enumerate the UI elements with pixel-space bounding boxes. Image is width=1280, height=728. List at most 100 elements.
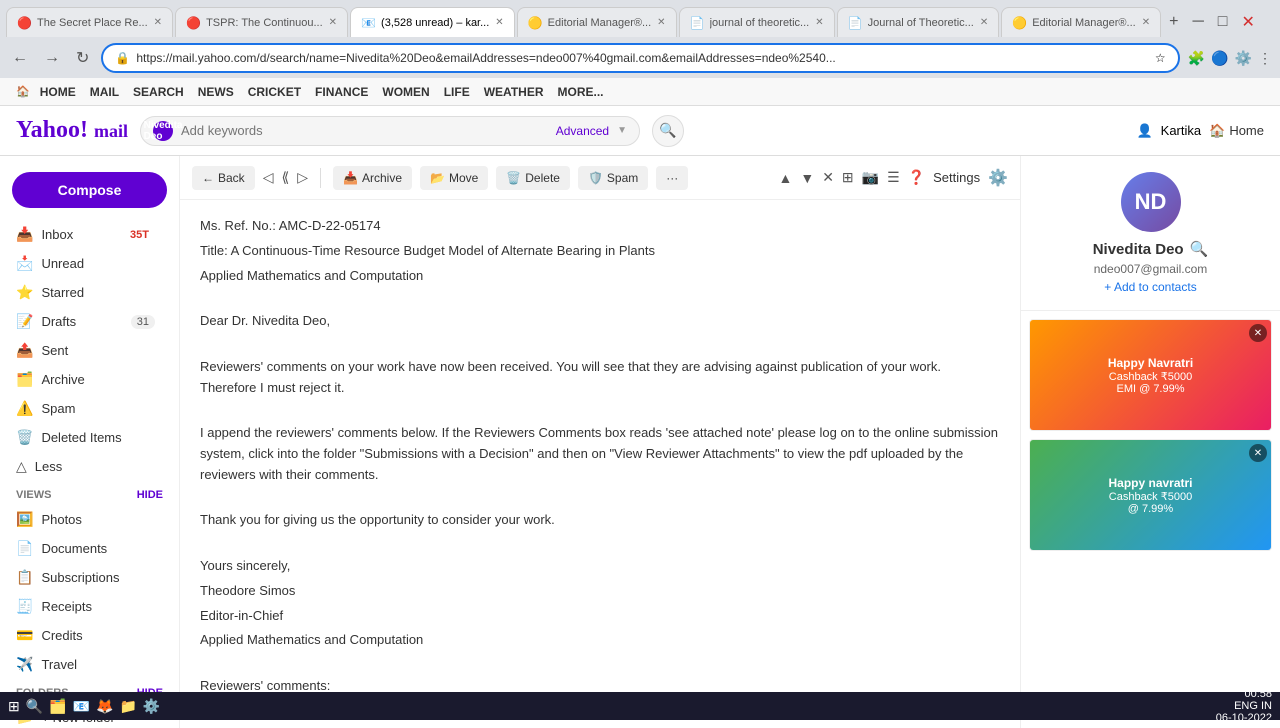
clock: 00:58 — [1216, 688, 1272, 700]
nav-cricket[interactable]: CRICKET — [244, 85, 305, 99]
less-label: Less — [35, 459, 62, 474]
tab-close-7[interactable]: ✕ — [1142, 17, 1150, 28]
search-box[interactable]: Nivedita Deo Advanced ▼ — [140, 116, 640, 146]
nav-weather[interactable]: WEATHER — [480, 85, 548, 99]
more-actions-button[interactable]: ··· — [656, 166, 688, 190]
sidebar-item-sent[interactable]: 📤 Sent — [0, 336, 171, 365]
back-button[interactable]: ← — [8, 47, 32, 69]
tab-2[interactable]: 🔴 TSPR: The Continuou... ✕ — [175, 7, 348, 37]
ad-close-button-2[interactable]: ✕ — [1249, 444, 1267, 462]
tab-close-1[interactable]: ✕ — [154, 17, 162, 28]
tab-5[interactable]: 📄 journal of theoretic... ✕ — [679, 7, 835, 37]
tab-close-6[interactable]: ✕ — [980, 17, 988, 28]
list-button[interactable]: ☰ — [887, 169, 900, 186]
windows-start-icon[interactable]: ⊞ — [8, 698, 20, 715]
delete-button[interactable]: 🗑️ Delete — [496, 166, 570, 190]
camera-button[interactable]: 📷 — [862, 169, 879, 186]
sidebar-item-receipts[interactable]: 🧾 Receipts — [0, 592, 171, 621]
close-email-button[interactable]: ✕ — [822, 169, 834, 186]
sidebar-item-deleted[interactable]: 🗑️ Deleted Items — [0, 423, 171, 452]
back-nav-button[interactable]: ← Back — [192, 166, 255, 190]
nav-mail[interactable]: MAIL — [86, 85, 123, 99]
settings-gear-icon[interactable]: ⚙️ — [988, 168, 1008, 188]
home-button[interactable]: 🏠 Home — [1209, 123, 1264, 139]
nav-search[interactable]: SEARCH — [129, 85, 188, 99]
taskbar-icon-3[interactable]: 🦊 — [96, 698, 113, 715]
sidebar-item-documents[interactable]: 📄 Documents — [0, 534, 171, 563]
sidebar-item-credits[interactable]: 💳 Credits — [0, 621, 171, 650]
compose-button[interactable]: Compose — [12, 172, 167, 208]
tab-title-4: Editorial Manager®... — [548, 17, 652, 29]
search-taskbar-icon[interactable]: 🔍 — [26, 698, 43, 715]
tab-close-2[interactable]: ✕ — [329, 17, 337, 28]
tab-close-4[interactable]: ✕ — [657, 17, 665, 28]
sidebar-item-spam[interactable]: ⚠️ Spam — [0, 394, 171, 423]
main-layout: Compose 📥 Inbox 35T 📩 Unread ⭐ Starred 📝… — [0, 156, 1280, 728]
advanced-search-button[interactable]: Advanced — [556, 124, 609, 138]
sidebar-item-archive[interactable]: 🗂️ Archive — [0, 365, 171, 394]
minimize-button[interactable]: ─ — [1186, 13, 1209, 31]
search-input[interactable] — [181, 123, 548, 138]
help-button[interactable]: ❓ — [908, 169, 925, 186]
reload-button[interactable]: ↻ — [72, 46, 93, 70]
nav-women[interactable]: WOMEN — [378, 85, 433, 99]
sidebar-item-inbox[interactable]: 📥 Inbox 35T — [0, 220, 171, 249]
nav-finance[interactable]: FINANCE — [311, 85, 372, 99]
move-button[interactable]: 📂 Move — [420, 166, 488, 190]
sidebar-item-starred[interactable]: ⭐ Starred — [0, 278, 171, 307]
sidebar-item-photos[interactable]: 🖼️ Photos — [0, 505, 171, 534]
tab-close-5[interactable]: ✕ — [815, 17, 823, 28]
sidebar-item-unread[interactable]: 📩 Unread — [0, 249, 171, 278]
sidebar-item-travel[interactable]: ✈️ Travel — [0, 650, 171, 679]
nav-news[interactable]: NEWS — [194, 85, 238, 99]
grid-view-button[interactable]: ⊞ — [842, 169, 854, 186]
subscriptions-icon: 📋 — [16, 569, 33, 586]
extension-icon-3[interactable]: ⚙️ — [1235, 50, 1252, 67]
starred-icon: ⭐ — [16, 284, 33, 301]
taskbar-icon-4[interactable]: 📁 — [119, 698, 136, 715]
views-hide-button[interactable]: Hide — [137, 489, 163, 501]
home-icon[interactable]: 🏠 — [16, 85, 30, 98]
menu-icon[interactable]: ⋮ — [1258, 50, 1272, 67]
address-bar[interactable]: 🔒 https://mail.yahoo.com/d/search/name=N… — [101, 43, 1179, 73]
sidebar-item-subscriptions[interactable]: 📋 Subscriptions — [0, 563, 171, 592]
archive-toolbar-icon: 📥 — [343, 171, 358, 185]
profile-search-icon[interactable]: 🔍 — [1190, 240, 1209, 258]
ad-close-button-1[interactable]: ✕ — [1249, 324, 1267, 342]
sidebar-item-less[interactable]: △ Less — [0, 452, 171, 481]
archive-button[interactable]: 📥 Archive — [333, 166, 412, 190]
sort-down-button[interactable]: ▼ — [800, 170, 814, 186]
taskbar-icon-2[interactable]: 📧 — [73, 698, 90, 715]
tab-6[interactable]: 📄 Journal of Theoretic... ✕ — [837, 7, 1000, 37]
email-sender-title: Editor-in-Chief — [200, 606, 1000, 627]
nav-home[interactable]: HOME — [36, 85, 80, 99]
close-window-button[interactable]: ✕ — [1235, 12, 1260, 32]
sidebar-item-drafts[interactable]: 📝 Drafts 31 — [0, 307, 171, 336]
tab-7[interactable]: 🟡 Editorial Manager®... ✕ — [1001, 7, 1161, 37]
nav-more[interactable]: MORE... — [554, 85, 608, 99]
taskbar-icon-5[interactable]: ⚙️ — [143, 698, 160, 715]
prev-email-button[interactable]: ◁ — [263, 169, 274, 186]
nav-life[interactable]: LIFE — [440, 85, 474, 99]
profile-initials: ND — [1135, 189, 1167, 215]
add-to-contacts-button[interactable]: + Add to contacts — [1037, 280, 1264, 294]
extension-icon-1[interactable]: 🧩 — [1188, 50, 1205, 67]
views-label: Views — [16, 489, 51, 501]
search-button[interactable]: 🔍 — [652, 115, 684, 147]
back-label: Back — [218, 171, 245, 185]
spam-button[interactable]: 🛡️ Spam — [578, 166, 648, 190]
prev-unread-button[interactable]: ⟪ — [281, 169, 289, 186]
ad-box-2: Happy navratri Cashback ₹5000 @ 7.99% ✕ — [1029, 439, 1272, 551]
tab-close-3[interactable]: ✕ — [495, 17, 503, 28]
taskbar-icon-1[interactable]: 🗂️ — [49, 698, 66, 715]
new-tab-button[interactable]: + — [1163, 13, 1184, 31]
sort-up-button[interactable]: ▲ — [778, 170, 792, 186]
tab-3[interactable]: 📧 (3,528 unread) – kar... ✕ — [350, 7, 515, 37]
next-email-button[interactable]: ▷ — [297, 169, 308, 186]
extension-icon-2[interactable]: 🔵 — [1211, 50, 1228, 67]
tab-1[interactable]: 🔴 The Secret Place Re... ✕ — [6, 7, 173, 37]
maximize-button[interactable]: □ — [1212, 13, 1234, 31]
forward-button[interactable]: → — [40, 47, 64, 69]
tab-4[interactable]: 🟡 Editorial Manager®... ✕ — [517, 7, 677, 37]
tab-title-3: (3,528 unread) – kar... — [381, 17, 489, 29]
